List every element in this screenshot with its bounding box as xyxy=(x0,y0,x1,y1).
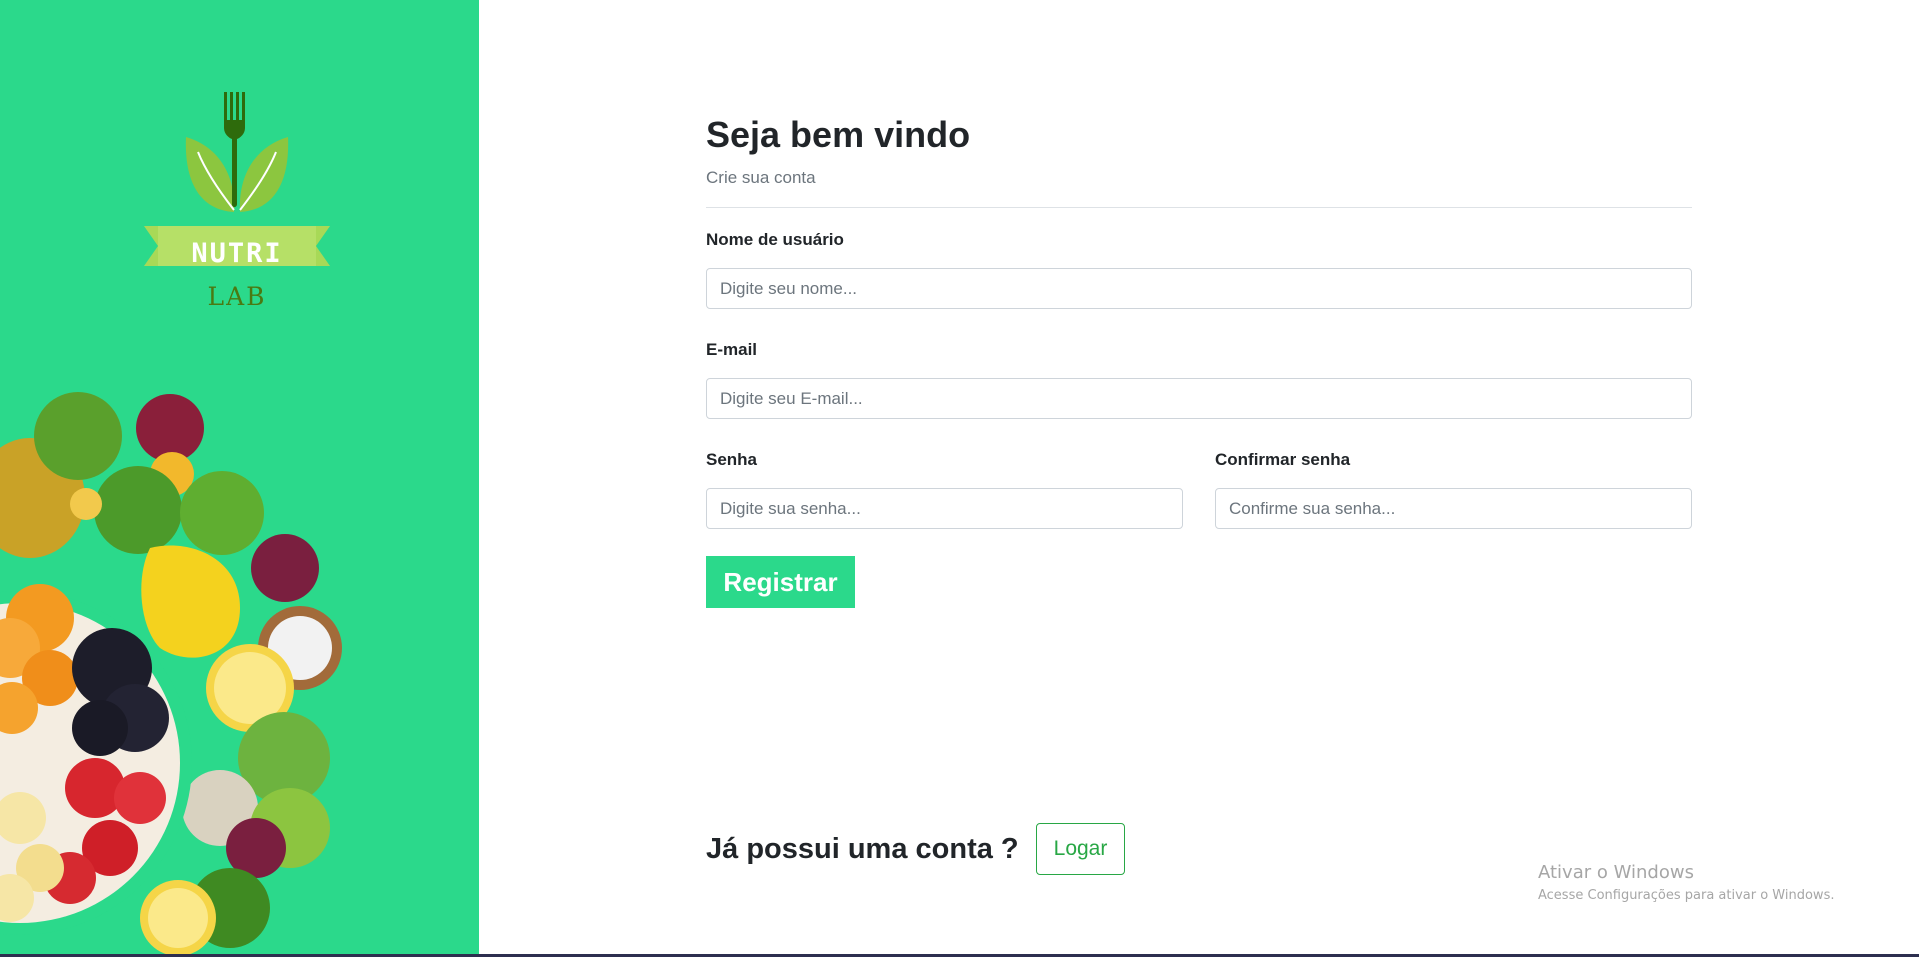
nutrilab-logo xyxy=(144,92,330,266)
password-label: Senha xyxy=(706,450,758,469)
password-group: Senha xyxy=(706,449,1183,529)
username-input[interactable] xyxy=(706,268,1692,309)
watermark-title: Ativar o Windows xyxy=(1538,862,1694,883)
login-button[interactable]: Logar xyxy=(1035,823,1126,875)
email-input[interactable] xyxy=(706,378,1692,419)
login-question: Já possui uma conta ? xyxy=(706,833,1019,865)
fruits-vegetables-image xyxy=(0,392,342,954)
page-title: Seja bem vindo xyxy=(706,114,971,155)
email-label: E-mail xyxy=(706,340,758,359)
confirm-password-group: Confirmar senha xyxy=(1215,449,1692,529)
login-prompt: Já possui uma conta ? Logar xyxy=(706,823,1126,875)
username-group: Nome de usuário xyxy=(706,229,1692,309)
header-divider xyxy=(706,207,1692,208)
brand-sidebar: NUTRI LAB xyxy=(0,0,479,954)
watermark-subtitle: Acesse Configurações para ativar o Windo… xyxy=(1538,888,1835,903)
password-input[interactable] xyxy=(706,488,1183,529)
username-label: Nome de usuário xyxy=(706,230,844,249)
confirm-password-input[interactable] xyxy=(1215,488,1692,529)
confirm-password-label: Confirmar senha xyxy=(1215,450,1351,469)
register-form: Seja bem vindo Crie sua conta Nome de us… xyxy=(706,112,1692,608)
page-subtitle: Crie sua conta xyxy=(706,168,816,187)
register-button[interactable]: Registrar xyxy=(706,556,855,608)
brand-name-top: NUTRI xyxy=(191,238,283,269)
windows-activation-watermark: Ativar o Windows Acesse Configurações pa… xyxy=(1538,861,1834,905)
email-group: E-mail xyxy=(706,339,1692,419)
register-page: NUTRI LAB Seja bem vindo Crie sua conta … xyxy=(0,0,1919,957)
brand-name-bottom: LAB xyxy=(207,282,267,311)
